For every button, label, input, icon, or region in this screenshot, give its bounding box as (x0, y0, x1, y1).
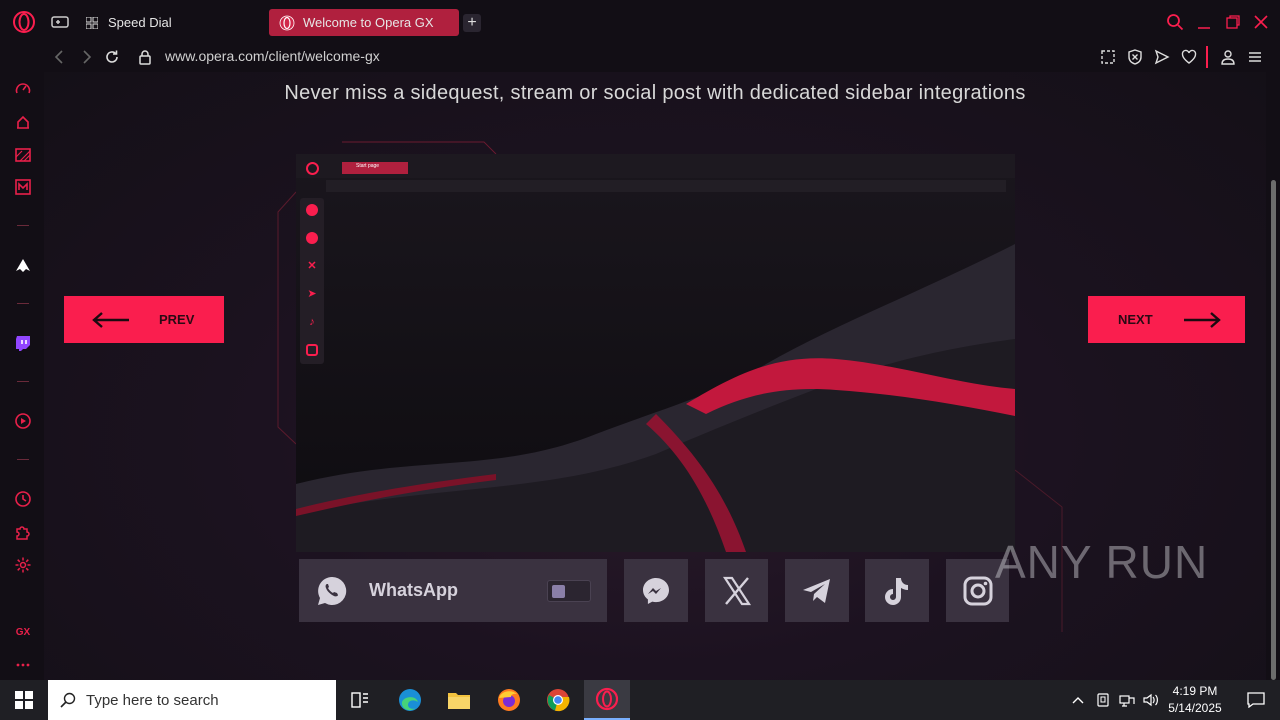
profile-icon[interactable] (1220, 49, 1236, 65)
address-bar: www.opera.com/client/welcome-gx (44, 44, 1280, 72)
send-icon[interactable] (1154, 49, 1170, 65)
sidebar: GX (0, 44, 44, 680)
watermark: ANY RUN (995, 536, 1209, 588)
m-icon[interactable] (14, 178, 32, 196)
search-placeholder: Type here to search (86, 691, 219, 709)
sidebar-divider (17, 381, 29, 382)
mock-sidebar (300, 198, 324, 364)
history-icon[interactable] (14, 490, 32, 508)
extensions-icon[interactable] (14, 523, 32, 541)
whatsapp-icon (315, 574, 349, 608)
bookmark-heart-icon[interactable] (1181, 49, 1197, 65)
music-player-icon[interactable] (14, 114, 32, 132)
tab-label: Welcome to Opera GX (303, 15, 434, 30)
tab-speed-dial[interactable]: Speed Dial (84, 9, 264, 36)
search-icon[interactable] (1166, 13, 1184, 31)
whatsapp-toggle[interactable] (547, 580, 591, 602)
scrollbar[interactable] (1266, 72, 1280, 680)
tab-bar: Speed Dial Welcome to Opera GX + (0, 0, 1280, 44)
tab-label: Speed Dial (108, 15, 172, 30)
whatsapp-integration[interactable]: WhatsApp (299, 559, 607, 622)
gx-icon[interactable]: GX (12, 623, 34, 641)
grid-icon (84, 15, 100, 31)
messenger-integration[interactable] (624, 559, 688, 622)
clock-time: 4:19 PM (1172, 684, 1218, 698)
telegram-icon (801, 575, 833, 607)
arrow-icon[interactable] (14, 256, 32, 274)
url-field[interactable]: www.opera.com/client/welcome-gx (165, 48, 380, 64)
chrome-icon[interactable] (538, 686, 578, 714)
prev-button[interactable]: PREV (64, 296, 224, 343)
whatsapp-label: WhatsApp (369, 580, 458, 600)
taskbar-search[interactable]: Type here to search (48, 680, 336, 720)
close-icon[interactable] (1253, 14, 1269, 30)
device-icon[interactable] (1093, 686, 1113, 714)
volume-icon[interactable] (1140, 686, 1162, 714)
windows-start-icon[interactable] (4, 686, 44, 714)
clock-date: 5/14/2025 (1168, 701, 1222, 715)
mock-whatsapp-icon (306, 204, 318, 216)
toggle-knob (552, 585, 565, 598)
sidebar-divider (17, 459, 29, 460)
back-icon[interactable] (52, 49, 68, 65)
task-view-icon[interactable] (340, 686, 380, 714)
system-clock[interactable]: 4:19 PM 5/14/2025 (1160, 683, 1230, 717)
snapshot-icon[interactable] (1100, 49, 1116, 65)
search-icon (60, 692, 76, 708)
easy-setup-menu-icon[interactable] (1247, 49, 1263, 65)
arrow-right-icon (1183, 311, 1221, 328)
page-heading: Never miss a sidequest, stream or social… (284, 82, 1026, 104)
telegram-integration[interactable] (785, 559, 849, 622)
next-label: NEXT (1118, 312, 1153, 327)
settings-icon[interactable] (14, 556, 32, 574)
mock-tiktok-icon: ♪ (309, 316, 315, 328)
file-explorer-icon[interactable] (439, 686, 479, 714)
ad-block-icon[interactable] (14, 146, 32, 164)
preview-artwork (296, 154, 1015, 552)
opera-menu-icon[interactable] (12, 10, 36, 34)
opera-icon (279, 15, 295, 31)
restore-icon[interactable] (1225, 14, 1241, 30)
more-icon[interactable] (14, 656, 32, 674)
network-icon[interactable] (1117, 686, 1137, 714)
mock-tab-label: Start page (356, 163, 380, 169)
notifications-icon[interactable] (1236, 686, 1276, 714)
scrollbar-thumb[interactable] (1271, 180, 1276, 680)
ad-blocker-icon[interactable] (1127, 49, 1143, 65)
speedometer-icon[interactable] (14, 80, 32, 98)
sidebar-divider (17, 303, 29, 304)
mock-x-icon: ✕ (307, 260, 317, 272)
edge-icon[interactable] (390, 686, 430, 714)
mock-instagram-icon (306, 344, 318, 356)
tab-welcome-opera-gx[interactable]: Welcome to Opera GX (269, 9, 459, 36)
sidebar-divider (17, 225, 29, 226)
messenger-icon (640, 575, 672, 607)
taskbar: Type here to search 4:19 PM 5/14/2025 (0, 680, 1280, 720)
mock-opera-icon (306, 162, 319, 175)
prev-label: PREV (159, 312, 195, 327)
tiktok-icon (882, 575, 912, 607)
instagram-icon (962, 575, 994, 607)
gamepad-icon[interactable] (51, 14, 69, 30)
divider (1206, 46, 1208, 68)
browser-preview-illustration: Start page ✕ ➤ ♪ (296, 154, 1015, 552)
minimize-icon[interactable] (1196, 14, 1212, 30)
lock-icon[interactable] (138, 49, 152, 65)
mock-telegram-icon: ➤ (307, 288, 317, 300)
arrow-left-icon (92, 311, 130, 328)
new-tab-button[interactable]: + (463, 14, 481, 32)
reload-icon[interactable] (104, 49, 120, 65)
opera-gx-taskbar-icon[interactable] (584, 680, 630, 720)
twitch-icon[interactable] (14, 334, 32, 352)
x-icon (722, 576, 752, 606)
mock-messenger-icon (306, 232, 318, 244)
forward-icon[interactable] (78, 49, 94, 65)
chevron-up-icon[interactable] (1068, 686, 1088, 714)
tiktok-integration[interactable] (865, 559, 929, 622)
player-icon[interactable] (14, 412, 32, 430)
next-button[interactable]: NEXT (1088, 296, 1245, 343)
x-integration[interactable] (705, 559, 768, 622)
firefox-icon[interactable] (489, 686, 529, 714)
